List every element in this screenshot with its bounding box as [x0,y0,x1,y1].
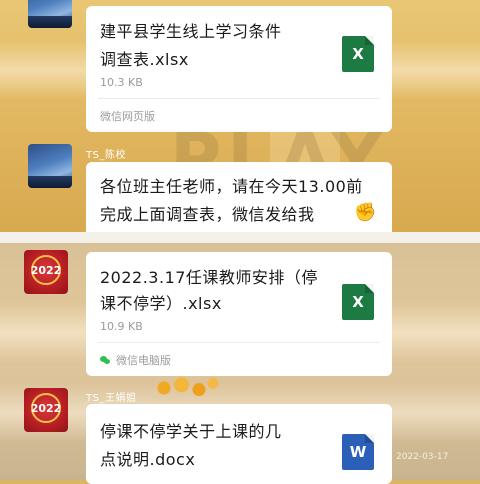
excel-file-icon: X [342,36,374,72]
avatar[interactable]: 2022 [24,250,68,294]
file-title-line1: 停课不停学关于上课的几 [100,422,282,441]
sender-name: TS_王娟姐 [86,393,137,404]
file-title-line2: 课不停学）.xlsx [100,294,222,313]
file-message-card[interactable]: 2022.3.17任课教师安排（停 课不停学）.xlsx 10.9 KB X 微… [86,252,392,376]
avatar[interactable] [28,144,72,188]
wechat-icon [100,355,110,365]
file-size: 10.9 KB [100,320,143,333]
file-title-line1: 2022.3.17任课教师安排（停 [100,268,318,287]
file-title-line1: 建平县学生线上学习条件 [100,22,282,41]
file-title-line2: 调查表.xlsx [100,50,189,69]
card-divider [98,342,380,343]
screenshot-divider [0,232,480,243]
card-divider [98,98,380,99]
sender-name: TS_陈校 [86,150,126,161]
source-label: 微信电脑版 [116,354,171,367]
message-line2: 完成上面调查表，微信发给我 [100,205,315,224]
text-message-bubble[interactable]: 各位班主任老师，请在今天13.00前 完成上面调查表，微信发给我 ✊ [86,162,392,242]
watermark-text: 2022-03-17 [396,452,449,462]
file-message-card[interactable]: 建平县学生线上学习条件 调查表.xlsx 10.3 KB X 微信网页版 [86,6,392,132]
file-message-card[interactable]: 停课不停学关于上课的几 点说明.docx W [86,404,392,484]
file-title-line2: 点说明.docx [100,450,196,469]
avatar[interactable]: 2022 [24,388,68,432]
word-file-icon: W [342,434,374,470]
avatar[interactable] [28,0,72,28]
emoji-icon: ✊ [354,202,377,223]
file-size: 10.3 KB [100,76,143,89]
source-label: 微信网页版 [100,110,155,123]
message-line1: 各位班主任老师，请在今天13.00前 [100,177,363,196]
background-flowers [150,372,220,404]
excel-file-icon: X [342,284,374,320]
